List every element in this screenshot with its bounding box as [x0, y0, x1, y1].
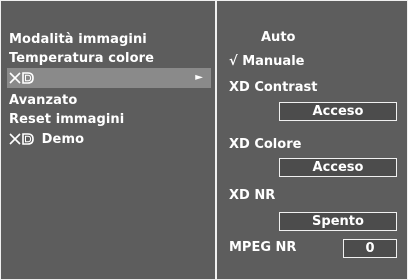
option-auto[interactable]: Auto: [261, 29, 295, 47]
menu-item-label: Modalità immagini: [9, 32, 147, 47]
xd-nr-value[interactable]: Spento: [279, 212, 397, 231]
xd-logo-icon: [9, 132, 35, 145]
xd-logo-icon: [9, 71, 35, 84]
menu-item-avanzato[interactable]: Avanzato: [9, 91, 77, 111]
menu-item-label: Demo: [41, 132, 85, 147]
xd-nr-label: XD NR: [229, 188, 276, 203]
osd-menu-frame: Modalità immagini Temperatura colore ► A…: [0, 0, 408, 280]
xd-contrast-label: XD Contrast: [229, 80, 318, 95]
xd-colore-label: XD Colore: [229, 137, 302, 152]
menu-item-xd-demo[interactable]: Demo: [9, 130, 84, 150]
xd-contrast-value[interactable]: Acceso: [279, 102, 397, 121]
mpeg-nr-value[interactable]: 0: [343, 239, 397, 258]
menu-item-xd[interactable]: ►: [7, 68, 211, 88]
menu-item-label: Avanzato: [9, 93, 78, 108]
menu-item-modalita-immagini[interactable]: Modalità immagini: [9, 30, 147, 50]
submenu-arrow-icon: ►: [195, 72, 203, 83]
menu-item-label: Temperatura colore: [9, 51, 155, 66]
option-auto-label: Auto: [261, 30, 296, 45]
menu-item-label: Reset immagini: [9, 112, 125, 127]
xd-colore-value[interactable]: Acceso: [279, 158, 397, 177]
menu-item-reset-immagini[interactable]: Reset immagini: [9, 110, 124, 130]
menu-item-temperatura-colore[interactable]: Temperatura colore: [9, 49, 154, 69]
mpeg-nr-label: MPEG NR: [229, 240, 297, 255]
option-manuale-label: Manuale: [242, 54, 305, 69]
checkmark-icon: √: [229, 54, 238, 69]
option-manuale[interactable]: √ Manuale: [229, 53, 304, 71]
picture-menu-list: Modalità immagini Temperatura colore ► A…: [1, 1, 215, 279]
xd-settings-panel: Auto √ Manuale XD Contrast Acceso XD Col…: [217, 1, 407, 279]
